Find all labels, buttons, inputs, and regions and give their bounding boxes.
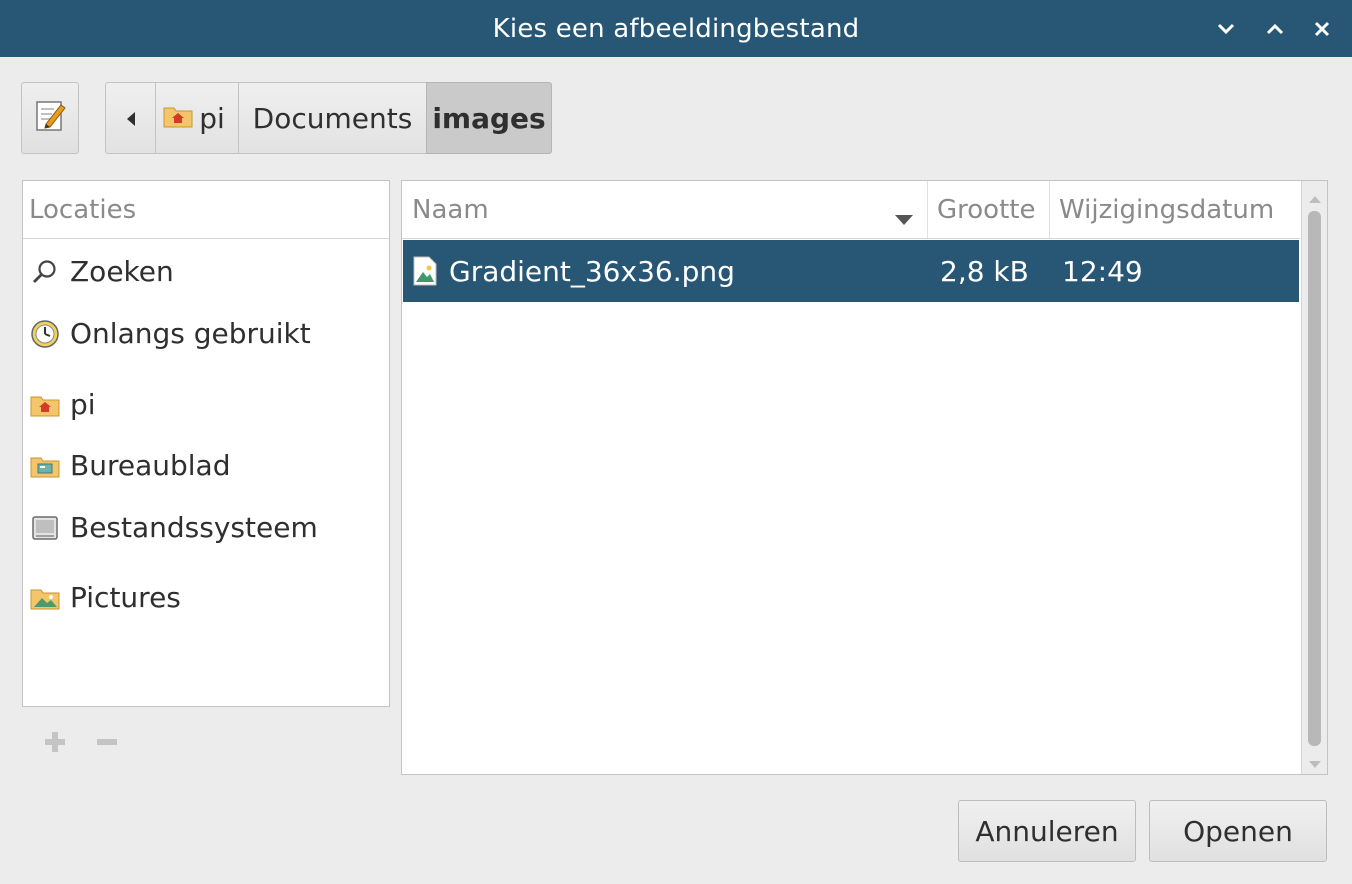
file-row[interactable]: Gradient_36x36.png 2,8 kB 12:49: [403, 240, 1299, 302]
add-bookmark-icon[interactable]: [40, 727, 70, 757]
image-file-icon: [413, 256, 437, 286]
places-sidebar: Locaties Zoeken Onlangs gebruikt pi Bure…: [22, 180, 390, 707]
cancel-button[interactable]: Annuleren: [958, 800, 1136, 862]
remove-bookmark-icon[interactable]: [92, 727, 122, 757]
file-date: 12:49: [1062, 254, 1143, 288]
maximize-icon[interactable]: [1258, 12, 1292, 46]
place-pictures[interactable]: Pictures: [29, 581, 181, 614]
place-desktop[interactable]: Bureaublad: [29, 449, 230, 482]
desktop-folder-icon: [29, 450, 61, 482]
column-header-size[interactable]: Grootte: [928, 181, 1050, 238]
path-back-button[interactable]: [105, 82, 156, 154]
place-home[interactable]: pi: [29, 388, 96, 421]
home-folder-icon: [163, 102, 193, 135]
recent-icon: [29, 318, 61, 350]
scroll-down-icon[interactable]: [1308, 755, 1322, 774]
open-button[interactable]: Openen: [1149, 800, 1327, 862]
close-icon[interactable]: [1305, 12, 1339, 46]
column-header-name[interactable]: Naam: [402, 181, 928, 238]
vertical-scrollbar[interactable]: [1301, 181, 1327, 774]
path-segment-pi[interactable]: pi: [155, 82, 239, 154]
scrollbar-thumb[interactable]: [1308, 211, 1321, 746]
places-header: Locaties: [23, 181, 389, 239]
edit-location-icon: [32, 98, 68, 138]
filesystem-icon: [29, 512, 61, 544]
window-title: Kies een afbeeldingbestand: [492, 14, 860, 44]
file-list: Naam Grootte Wijzigingsdatum Gradient_36…: [401, 180, 1328, 775]
column-header-date[interactable]: Wijzigingsdatum: [1050, 181, 1300, 238]
place-search[interactable]: Zoeken: [29, 255, 174, 288]
arrow-left-icon: [125, 102, 137, 135]
place-filesystem[interactable]: Bestandssysteem: [29, 511, 318, 544]
search-icon: [29, 256, 61, 288]
sort-descending-icon: [894, 203, 914, 233]
file-name: Gradient_36x36.png: [449, 254, 735, 288]
edit-location-button[interactable]: [21, 82, 79, 154]
minimize-icon[interactable]: [1209, 12, 1243, 46]
place-recent[interactable]: Onlangs gebruikt: [29, 317, 311, 350]
path-bar: pi Documents images: [105, 82, 552, 154]
pictures-folder-icon: [29, 582, 61, 614]
path-segment-documents[interactable]: Documents: [238, 82, 427, 154]
file-size: 2,8 kB: [940, 254, 1029, 288]
file-list-header: Naam Grootte Wijzigingsdatum: [402, 181, 1300, 239]
title-bar: Kies een afbeeldingbestand: [0, 0, 1352, 57]
scroll-up-icon[interactable]: [1308, 189, 1322, 208]
home-folder-icon: [29, 389, 61, 421]
path-segment-images[interactable]: images: [426, 82, 552, 154]
